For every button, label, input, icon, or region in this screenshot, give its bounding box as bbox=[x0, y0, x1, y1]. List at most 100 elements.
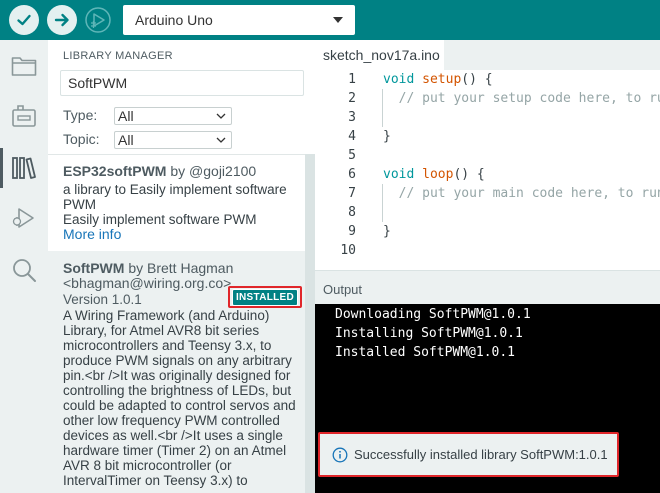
panel-title: LIBRARY MANAGER bbox=[63, 50, 173, 62]
library-item-description: A Wiring Framework (and Arduino) Library,… bbox=[63, 308, 305, 488]
library-item-author: by @goji2100 bbox=[166, 163, 257, 179]
line-number: 3 bbox=[348, 110, 356, 125]
debug-icon bbox=[85, 7, 111, 33]
library-item-description-line: devices as well.<br />It uses a single bbox=[63, 428, 283, 443]
code-line: 1 void setup() { bbox=[315, 70, 660, 89]
debug-button[interactable] bbox=[83, 5, 113, 35]
arrow-right-icon bbox=[54, 13, 69, 27]
boards-icon bbox=[12, 105, 36, 127]
chevron-down-icon bbox=[333, 17, 343, 23]
board-selector[interactable]: Arduino Uno bbox=[123, 5, 355, 35]
sketchbook-button[interactable] bbox=[10, 52, 38, 80]
type-filter-select[interactable]: All bbox=[114, 107, 232, 125]
code-area[interactable]: 1 void setup() {2 // put your setup code … bbox=[315, 70, 660, 270]
output-line: Installing SoftPWM@1.0.1 bbox=[335, 326, 523, 341]
active-indicator bbox=[0, 148, 3, 188]
line-number: 8 bbox=[348, 205, 356, 220]
library-item-description-line: AVR 8 bit microcontroller (or bbox=[63, 458, 232, 473]
library-item-description-line: microcontrollers and Teensy 3.x, to bbox=[63, 338, 272, 353]
verify-button[interactable] bbox=[9, 5, 39, 35]
code-line: 10 bbox=[315, 241, 660, 260]
line-number: 7 bbox=[348, 186, 356, 201]
line-number: 5 bbox=[348, 148, 356, 163]
code-line: 9} bbox=[315, 222, 660, 241]
line-number: 10 bbox=[340, 243, 356, 258]
line-number: 6 bbox=[348, 167, 356, 182]
library-item-description-line: controlling the brightness of LEDs, but bbox=[63, 383, 292, 398]
library-item-name: ESP32softPWM bbox=[63, 163, 167, 179]
library-item-description-line: Library, for Atmel AVR8 bit series bbox=[63, 323, 260, 338]
check-icon bbox=[17, 14, 31, 26]
library-item-name: SoftPWM bbox=[63, 260, 125, 276]
output-title: Output bbox=[323, 282, 363, 297]
library-item[interactable]: SoftPWM by Brett Hagman <bhagman@wiring.… bbox=[48, 251, 305, 493]
library-manager-button[interactable] bbox=[10, 154, 38, 182]
chevron-down-icon bbox=[216, 137, 226, 143]
code-function: loop bbox=[422, 167, 454, 182]
library-item-title: SoftPWM by Brett Hagman bbox=[63, 261, 305, 276]
library-item-description-line: hardware timer (Timer 2) on an Atmel bbox=[63, 443, 287, 458]
more-info-link[interactable]: More info bbox=[63, 227, 305, 242]
code-keyword: void bbox=[383, 72, 423, 87]
code-editor: sketch_nov17a.ino 1 void setup() {2 // pu… bbox=[315, 40, 660, 270]
code-punctuation: () { bbox=[453, 167, 485, 182]
library-item-description-line: produce PWM signals on any arbitrary bbox=[63, 353, 292, 368]
install-success-notification[interactable]: Successfully installed library SoftPWM:1… bbox=[318, 432, 619, 477]
debugger-button[interactable] bbox=[10, 204, 38, 232]
topic-filter-value: All bbox=[118, 132, 134, 148]
line-number: 9 bbox=[348, 224, 356, 239]
library-item-description-line: A Wiring Framework (and Arduino) bbox=[63, 308, 270, 323]
board-selector-label: Arduino Uno bbox=[135, 12, 213, 28]
upload-button[interactable] bbox=[47, 5, 77, 35]
code-line: 5 bbox=[315, 146, 660, 165]
topic-filter-select[interactable]: All bbox=[114, 131, 232, 149]
installed-badge-highlight: INSTALLED bbox=[228, 286, 302, 308]
info-icon bbox=[332, 447, 348, 462]
code-line: 8 bbox=[315, 203, 660, 222]
code-text: void setup() { bbox=[383, 70, 493, 89]
code-punctuation: } bbox=[383, 224, 391, 239]
library-icon bbox=[12, 157, 36, 179]
top-toolbar: Arduino Uno bbox=[0, 0, 660, 40]
code-function: setup bbox=[422, 72, 462, 87]
code-line: 3 bbox=[315, 108, 660, 127]
boards-manager-button[interactable] bbox=[10, 102, 38, 130]
output-line: Installed SoftPWM@1.0.1 bbox=[335, 345, 516, 360]
code-comment: // put your main code here, to run repea… bbox=[398, 186, 660, 201]
notification-text: Successfully installed library SoftPWM:1… bbox=[354, 447, 608, 462]
library-search-input[interactable]: SoftPWM bbox=[60, 70, 304, 96]
library-manager-panel: LIBRARY MANAGER SoftPWM Type: All Topic:… bbox=[48, 40, 315, 493]
type-filter-label: Type: bbox=[63, 107, 98, 123]
output-line: Downloading SoftPWM@1.0.1 bbox=[335, 307, 531, 322]
output-panel-header: Output bbox=[315, 270, 660, 304]
code-punctuation: () { bbox=[461, 72, 493, 87]
topic-filter-label: Topic: bbox=[63, 131, 100, 147]
library-list: ESP32softPWM by @goji2100 a library to E… bbox=[48, 154, 305, 493]
code-text: // put your main code here, to run repea… bbox=[383, 184, 660, 203]
search-button[interactable] bbox=[10, 256, 38, 284]
code-text: void loop() { bbox=[383, 165, 485, 184]
library-item-title: ESP32softPWM by @goji2100 bbox=[63, 164, 305, 179]
library-item[interactable]: ESP32softPWM by @goji2100 a library to E… bbox=[48, 154, 305, 251]
code-punctuation: } bbox=[383, 129, 391, 144]
activity-bar bbox=[0, 40, 48, 493]
folder-icon bbox=[11, 57, 37, 76]
code-line: 7 // put your main code here, to run rep… bbox=[315, 184, 660, 203]
code-line: 4} bbox=[315, 127, 660, 146]
library-item-description: Easily implement software PWM bbox=[63, 212, 257, 227]
library-item-description-line: could be adapted to control servos and bbox=[63, 398, 296, 413]
line-number: 2 bbox=[348, 91, 356, 106]
library-search-value: SoftPWM bbox=[68, 75, 128, 91]
library-list-scrollbar[interactable] bbox=[305, 154, 315, 493]
tab-sketch[interactable]: sketch_nov17a.ino bbox=[315, 40, 444, 70]
line-number: 4 bbox=[348, 129, 356, 144]
code-comment: // put your setup code here, to run once… bbox=[398, 91, 660, 106]
library-item-description-line: other low frequency PWM controlled bbox=[63, 413, 280, 428]
installed-badge: INSTALLED bbox=[231, 288, 299, 306]
library-item-description: PWM bbox=[63, 197, 96, 212]
search-icon bbox=[13, 259, 36, 282]
chevron-down-icon bbox=[216, 113, 226, 119]
type-filter-value: All bbox=[118, 108, 134, 124]
line-number: 1 bbox=[348, 72, 356, 87]
debug-icon bbox=[12, 208, 34, 228]
